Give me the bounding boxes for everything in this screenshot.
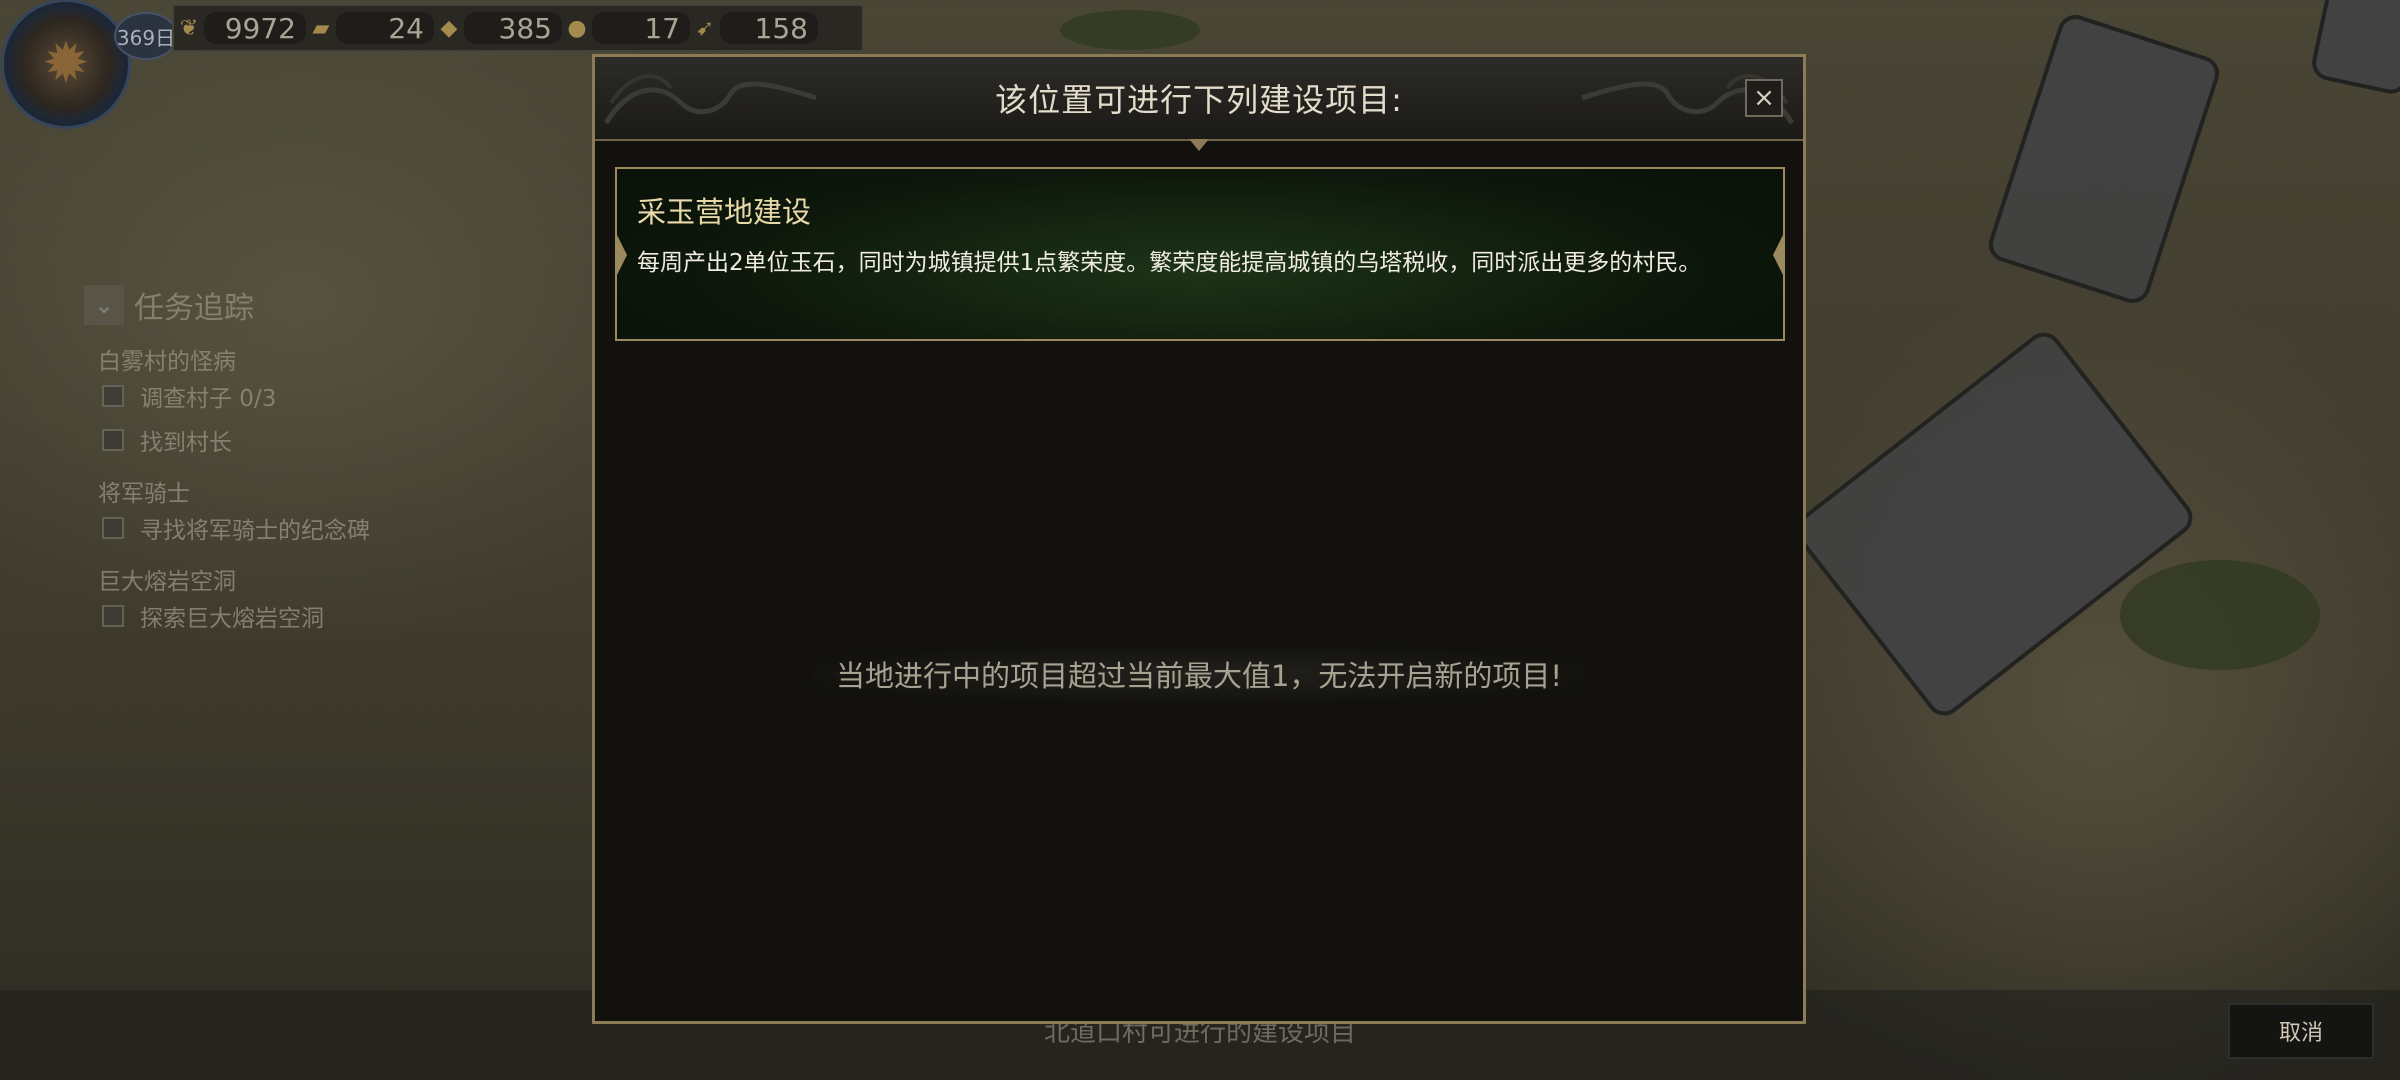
limit-message-text: 当地进行中的项目超过当前最大值1，无法开启新的项目! [813,647,1585,701]
project-name: 采玉营地建设 [637,195,812,229]
dialog-title: 该位置可进行下列建设项目: [995,81,1403,119]
quest-task-label: 探索巨大熔岩空洞 [140,606,324,632]
checkbox-icon [102,517,124,539]
quest-task[interactable]: 寻找将军骑士的纪念碑 [102,506,424,550]
quest-tracker-header: ⌄ 任务追踪 [84,282,424,330]
stone-pile-icon: ◆ [440,15,458,41]
resource-value: 9972 [204,12,306,45]
resource-value: 24 [336,12,434,45]
resource-value: 17 [592,12,690,45]
ornament-icon [603,74,817,125]
header-notch-icon [1189,139,1209,151]
quest-tracker-title: 任务追踪 [134,291,254,326]
dialog-header: 该位置可进行下列建设项目: × [595,57,1803,151]
chevron-down-icon[interactable]: ⌄ [84,285,124,325]
resource-value: 158 [720,12,818,45]
quest-task-label: 调查村子 0/3 [140,386,277,412]
quest-task[interactable]: 探索巨大熔岩空洞 [102,594,424,638]
leaf-coin-icon: ❦ [179,15,199,41]
resource-bars: ▰ 24 [306,6,434,50]
resource-gold: ❦ 9972 [174,6,306,50]
quest-task-label: 寻找将军骑士的纪念碑 [140,518,370,544]
resource-oil: ● 17 [562,6,690,50]
project-card[interactable]: 采玉营地建设 每周产出2单位玉石，同时为城镇提供1点繁荣度。繁荣度能提高城镇的乌… [615,167,1785,341]
resource-bar: ❦ 9972 ▰ 24 ◆ 385 ● 17 ➹ 158 [172,4,864,52]
oil-drop-icon: ● [567,15,587,41]
card-notch-icon [1773,231,1785,279]
resource-horn: ➹ 158 [690,6,818,50]
sun-emblem-icon[interactable]: ✹ [4,2,128,126]
day-counter: 369日 [114,12,178,60]
limit-message: 当地进行中的项目超过当前最大值1，无法开启新的项目! [595,647,1803,701]
quest-tracker: ⌄ 任务追踪 白雾村的怪病 调查村子 0/3 找到村长 将军骑士 寻找将军骑士的… [84,282,424,638]
quest-group-title[interactable]: 白雾村的怪病 [98,342,424,375]
quest-task[interactable]: 调查村子 0/3 [102,374,424,418]
checkbox-icon [102,605,124,627]
resource-value: 385 [464,12,562,45]
gold-bar-icon: ▰ [312,15,330,41]
project-description: 每周产出2单位玉石，同时为城镇提供1点繁荣度。繁荣度能提高城镇的乌塔税收，同时派… [637,250,1702,276]
checkbox-icon [102,429,124,451]
quest-task[interactable]: 找到村长 [102,418,424,462]
resource-stone: ◆ 385 [434,6,562,50]
quest-group-title[interactable]: 巨大熔岩空洞 [98,562,424,595]
construction-dialog: 该位置可进行下列建设项目: × 采玉营地建设 每周产出2单位玉石，同时为城镇提供… [592,54,1806,1024]
checkbox-icon [102,385,124,407]
close-button[interactable]: × [1745,79,1783,117]
card-notch-icon [615,231,627,279]
horn-icon: ➹ [695,15,715,41]
quest-task-label: 找到村长 [140,430,232,456]
cancel-button[interactable]: 取消 [2228,1003,2374,1059]
quest-group-title[interactable]: 将军骑士 [98,474,424,507]
